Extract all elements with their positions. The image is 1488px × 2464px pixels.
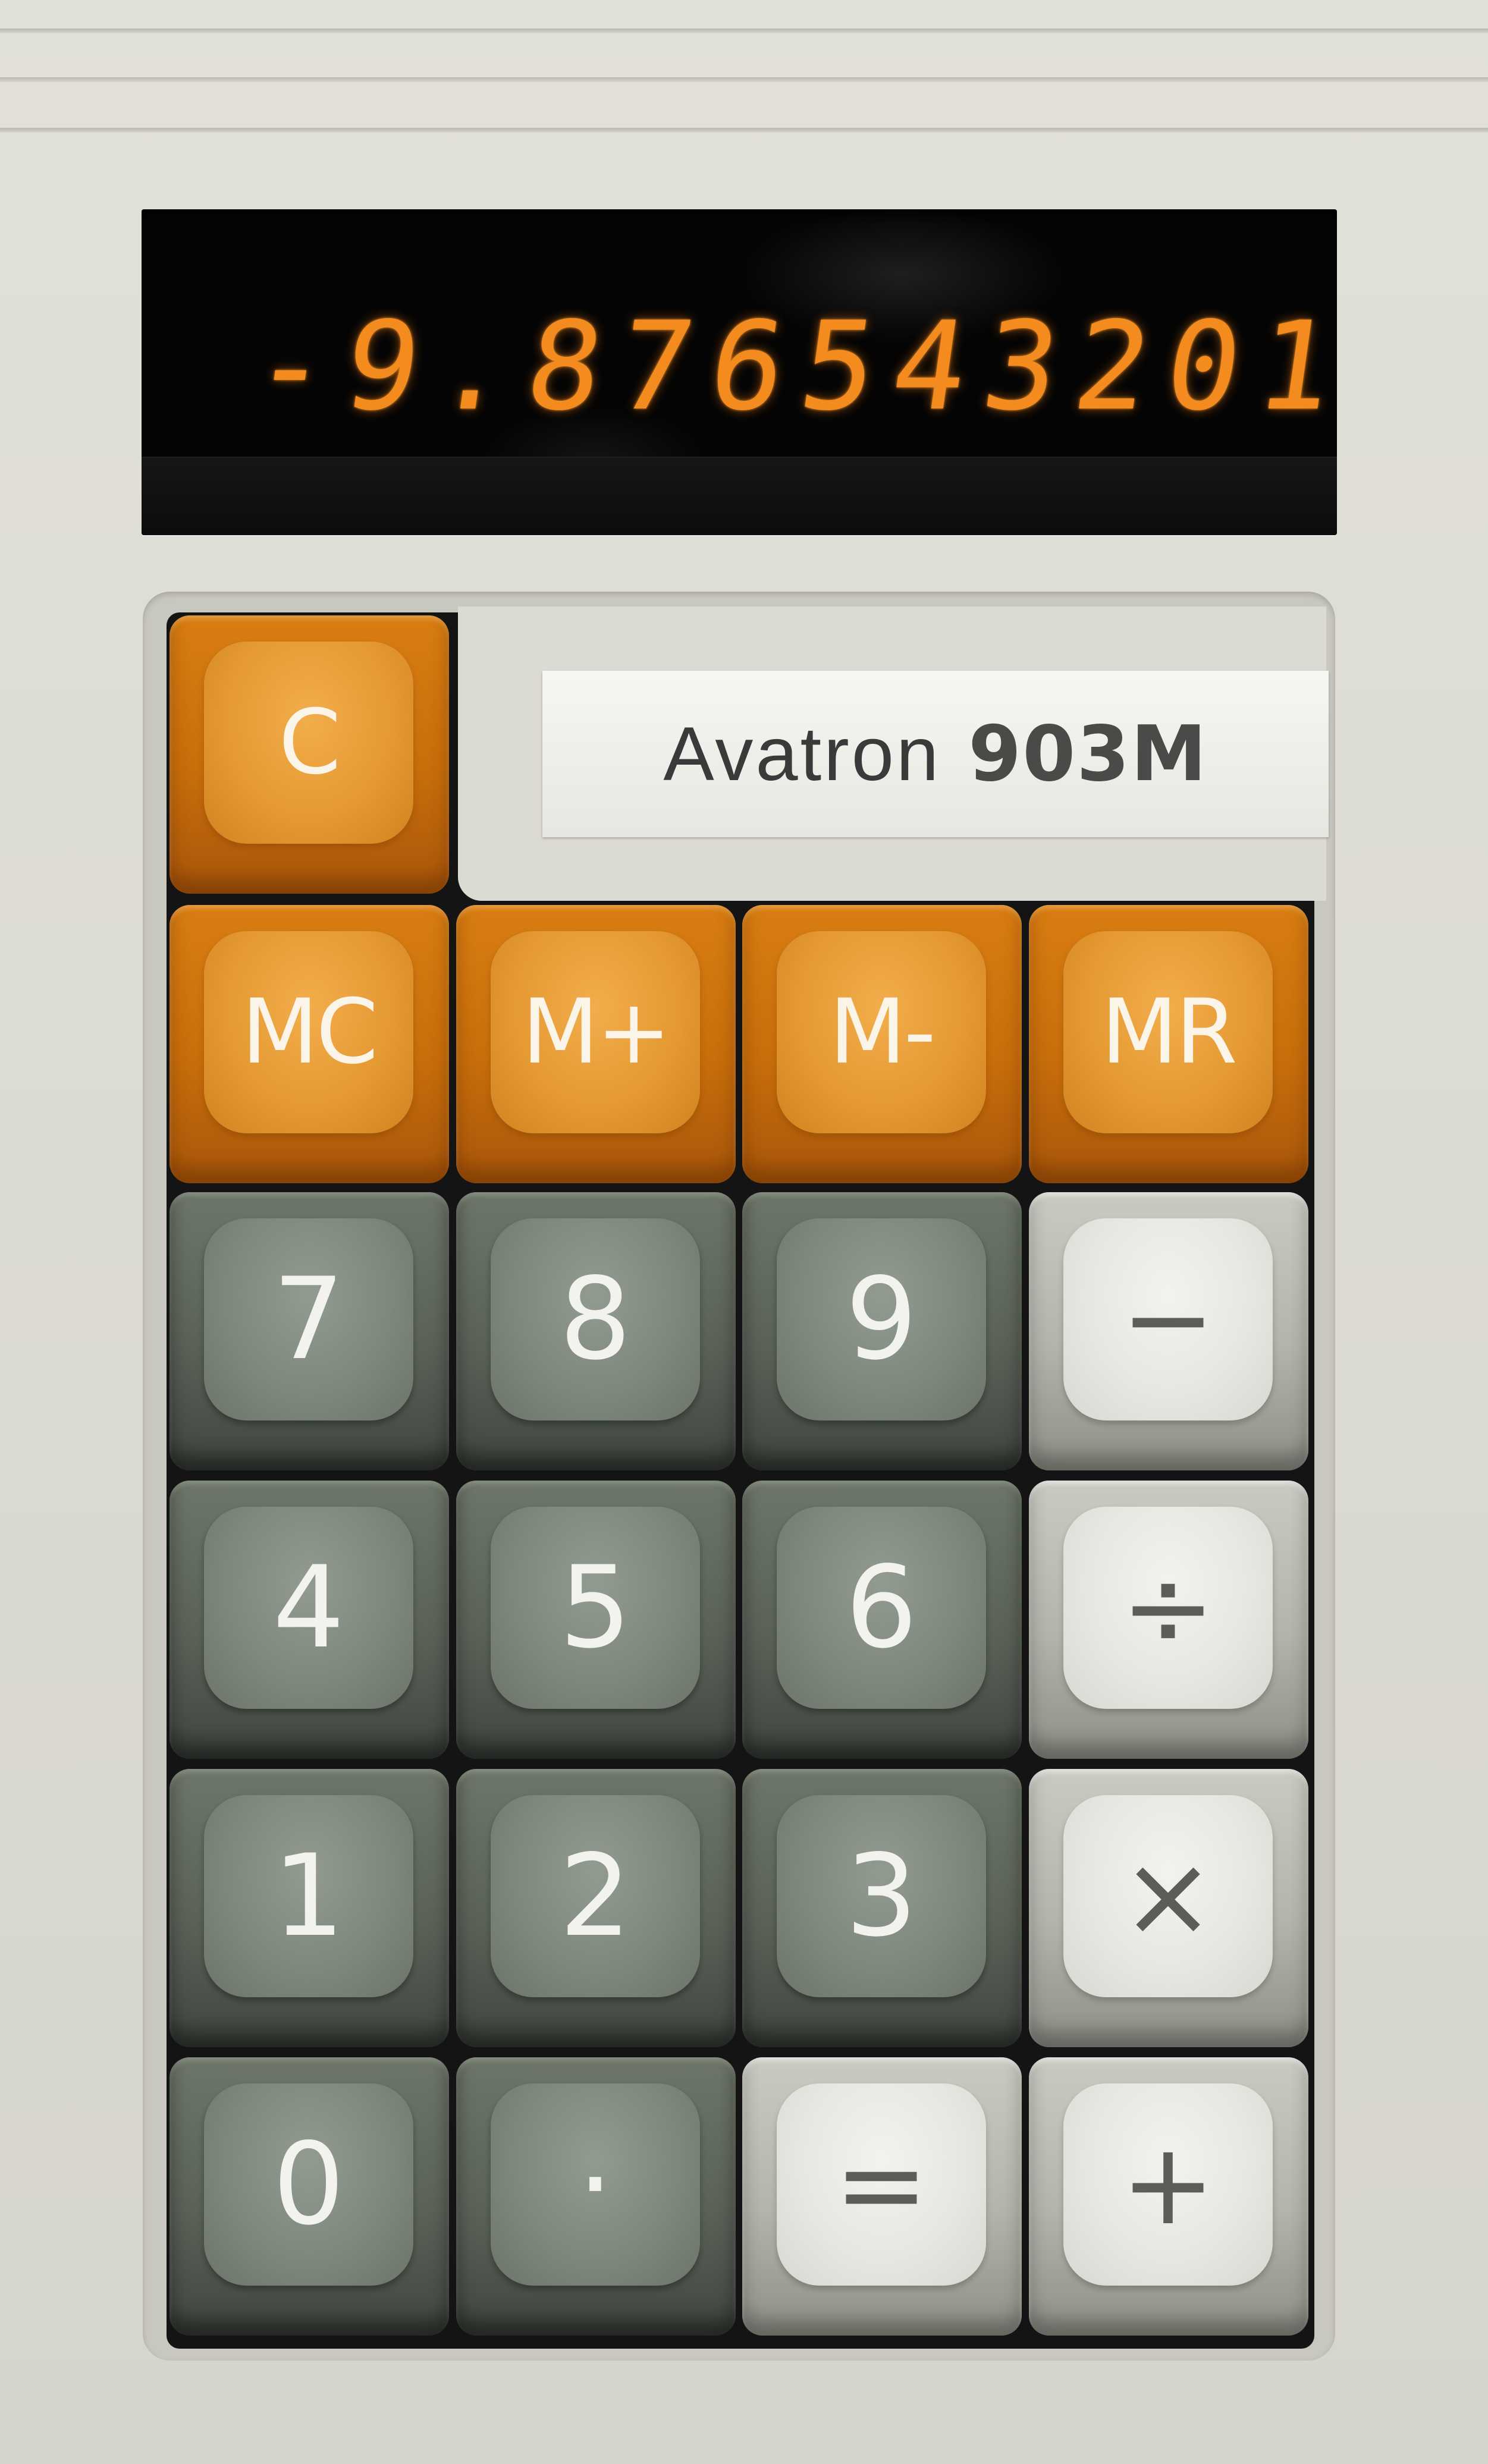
divide-key-label: ÷ [1063,1507,1273,1709]
divide-key[interactable]: ÷ [1029,1481,1308,1759]
display-bezel [142,457,1337,535]
memory-add-key[interactable]: M+ [456,905,736,1183]
add-key-label: + [1063,2083,1273,2286]
digit-5-key[interactable]: 5 [456,1481,736,1759]
equals-key-label: = [777,2083,986,2286]
digit-9-key-label: 9 [777,1218,986,1420]
subtract-key-label: − [1063,1218,1273,1420]
digit-4-key[interactable]: 4 [169,1481,449,1759]
clear-key-label: C [204,642,413,844]
digit-6-key-label: 6 [777,1507,986,1709]
add-key[interactable]: + [1029,2057,1308,2336]
digit-0-key-label: 0 [204,2083,413,2286]
digit-2-key[interactable]: 2 [456,1769,736,2047]
brand-label: Avatron 903M [542,671,1329,837]
grille-line [0,77,1488,83]
digit-3-key-label: 3 [777,1795,986,1997]
digit-1-key-label: 1 [204,1795,413,1997]
multiply-key-label: × [1063,1795,1273,1997]
decimal-key-label: · [491,2083,700,2286]
digit-7-key-label: 7 [204,1218,413,1420]
calculator-body: -9.876543201 Avatron 903M C MC M+ M- MR … [0,0,1488,2464]
memory-recall-key[interactable]: MR [1029,905,1308,1183]
brand-model: 903M [968,709,1208,799]
subtract-key[interactable]: − [1029,1192,1308,1470]
memory-subtract-key-label: M- [777,931,986,1133]
memory-clear-key-label: MC [204,931,413,1133]
top-grille [0,0,1488,143]
brand-name: Avatron [663,711,941,797]
digit-4-key-label: 4 [204,1507,413,1709]
digit-5-key-label: 5 [491,1507,700,1709]
digit-7-key[interactable]: 7 [169,1192,449,1470]
digit-9-key[interactable]: 9 [742,1192,1022,1470]
decimal-key[interactable]: · [456,2057,736,2336]
digit-3-key[interactable]: 3 [742,1769,1022,2047]
digit-8-key[interactable]: 8 [456,1192,736,1470]
memory-recall-key-label: MR [1063,931,1273,1133]
digit-0-key[interactable]: 0 [169,2057,449,2336]
grille-line [0,29,1488,34]
memory-subtract-key[interactable]: M- [742,905,1022,1183]
memory-clear-key[interactable]: MC [169,905,449,1183]
display-readout: -9.876543201 [244,296,1337,438]
multiply-key[interactable]: × [1029,1769,1308,2047]
digit-1-key[interactable]: 1 [169,1769,449,2047]
memory-add-key-label: M+ [491,931,700,1133]
display-screen: -9.876543201 [142,209,1337,535]
digit-2-key-label: 2 [491,1795,700,1997]
clear-key[interactable]: C [169,615,449,894]
equals-key[interactable]: = [742,2057,1022,2336]
digit-6-key[interactable]: 6 [742,1481,1022,1759]
digit-8-key-label: 8 [491,1218,700,1420]
grille-line [0,128,1488,134]
